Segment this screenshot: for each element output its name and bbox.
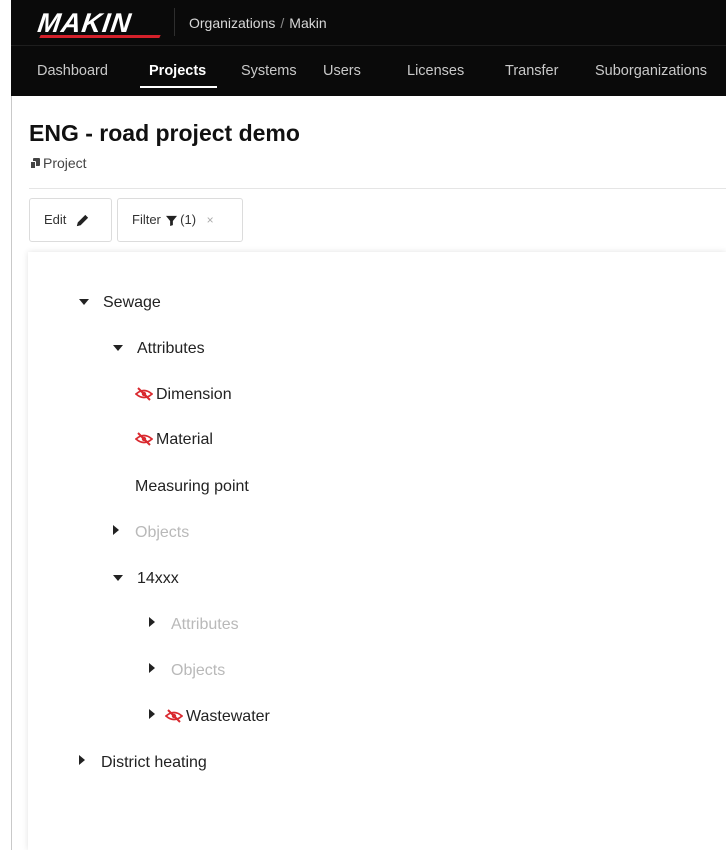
chevron-down-icon[interactable] bbox=[113, 575, 123, 581]
nav-systems[interactable]: Systems bbox=[241, 63, 297, 79]
main-nav: Dashboard Projects Systems Users License… bbox=[11, 46, 726, 96]
node-label: Objects bbox=[171, 662, 226, 679]
tree-node-attributes[interactable]: Attributes bbox=[113, 339, 205, 359]
filter-label: Filter bbox=[132, 212, 161, 227]
eye-slash-icon bbox=[164, 709, 184, 729]
tree-node-dimension[interactable]: Dimension bbox=[134, 385, 232, 407]
logo-accent-bar bbox=[39, 35, 161, 38]
page-title: ENG - road project demo bbox=[29, 120, 300, 146]
node-label: Wastewater bbox=[186, 708, 270, 725]
eye-slash-icon bbox=[134, 432, 154, 452]
makin-logo[interactable]: MAKIN bbox=[36, 8, 162, 39]
chevron-right-icon[interactable] bbox=[79, 755, 85, 765]
tree-node-objects[interactable]: Objects bbox=[113, 523, 189, 543]
nav-suborganizations[interactable]: Suborganizations bbox=[595, 63, 707, 79]
chevron-right-icon[interactable] bbox=[149, 663, 155, 673]
breadcrumb-makin[interactable]: Makin bbox=[289, 15, 326, 31]
clear-filter-icon[interactable]: × bbox=[207, 213, 214, 227]
node-label: Attributes bbox=[137, 340, 205, 357]
breadcrumb-separator: / bbox=[280, 15, 285, 31]
nav-licenses[interactable]: Licenses bbox=[407, 63, 464, 79]
tree-node-district-heating[interactable]: District heating bbox=[79, 753, 207, 773]
node-label: Attributes bbox=[171, 616, 239, 633]
node-label: Measuring point bbox=[135, 478, 249, 495]
funnel-icon bbox=[165, 212, 181, 227]
node-label: 14xxx bbox=[137, 570, 179, 587]
pencil-icon bbox=[75, 212, 90, 227]
tree-node-measuring-point[interactable]: Measuring point bbox=[135, 477, 249, 497]
filter-count: (1) bbox=[180, 212, 197, 227]
tree-node-wastewater[interactable]: Wastewater bbox=[149, 707, 270, 729]
chevron-right-icon[interactable] bbox=[149, 709, 155, 719]
chevron-right-icon[interactable] bbox=[113, 525, 119, 535]
subtitle-text: Project bbox=[43, 155, 87, 171]
active-tab-underline bbox=[140, 86, 217, 88]
tree-node-material[interactable]: Material bbox=[134, 430, 213, 452]
breadcrumb-organizations[interactable]: Organizations bbox=[189, 15, 275, 31]
nav-transfer[interactable]: Transfer bbox=[505, 63, 558, 79]
edit-button[interactable]: Edit bbox=[29, 198, 112, 242]
node-label: Material bbox=[156, 431, 213, 448]
chevron-down-icon[interactable] bbox=[79, 299, 89, 305]
chevron-right-icon[interactable] bbox=[149, 617, 155, 627]
page-subtitle: Project bbox=[30, 155, 87, 171]
breadcrumb: Organizations / Makin bbox=[189, 15, 327, 31]
tree-node-objects-sub[interactable]: Objects bbox=[149, 661, 225, 681]
header-divider bbox=[174, 8, 175, 36]
node-label: District heating bbox=[101, 754, 207, 771]
filter-button[interactable]: Filter (1) × bbox=[117, 198, 243, 242]
chevron-down-icon[interactable] bbox=[113, 345, 123, 351]
project-icon bbox=[30, 158, 40, 169]
nav-projects[interactable]: Projects bbox=[149, 63, 206, 79]
nav-dashboard[interactable]: Dashboard bbox=[37, 63, 108, 79]
content-left-border bbox=[11, 96, 12, 850]
header-divider-line bbox=[29, 188, 726, 189]
node-label: Objects bbox=[135, 524, 190, 541]
tree-node-attributes-sub[interactable]: Attributes bbox=[149, 615, 239, 635]
edit-label: Edit bbox=[44, 212, 67, 227]
eye-slash-icon bbox=[134, 387, 154, 407]
node-label: Sewage bbox=[103, 294, 161, 311]
tree-node-14xxx[interactable]: 14xxx bbox=[113, 569, 179, 589]
nav-users[interactable]: Users bbox=[323, 63, 361, 79]
tree-node-sewage[interactable]: Sewage bbox=[79, 293, 161, 313]
node-label: Dimension bbox=[156, 386, 232, 403]
